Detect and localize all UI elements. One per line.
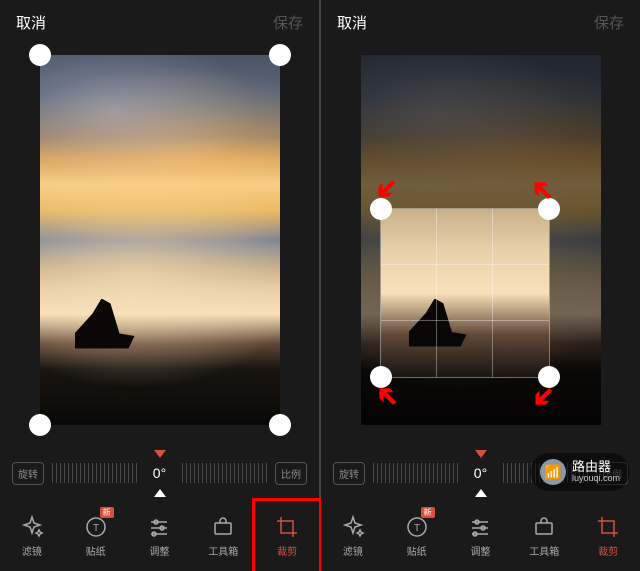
tool-toolbox-label: 工具箱 <box>529 543 559 558</box>
new-badge: 新 <box>100 507 114 518</box>
slider-ticks-left[interactable] <box>52 463 138 483</box>
watermark-logo-icon: 📶 <box>540 459 566 485</box>
tool-sticker[interactable]: 新 T 贴纸 <box>385 501 449 571</box>
tool-toolbox[interactable]: 工具箱 <box>191 501 255 571</box>
save-button[interactable]: 保存 <box>273 12 303 33</box>
cancel-button[interactable]: 取消 <box>16 12 46 33</box>
svg-text:T: T <box>414 523 420 534</box>
svg-text:T: T <box>93 523 99 534</box>
save-button[interactable]: 保存 <box>594 12 624 33</box>
rotation-degree: 0° <box>467 465 495 481</box>
rotation-slider-row: 旋转 0° 比例 <box>0 445 319 501</box>
slider-marker-bottom-icon <box>475 489 487 497</box>
crop-handle-top-left[interactable] <box>29 44 51 66</box>
topbar: 取消 保存 <box>321 0 640 44</box>
slider-ticks-right[interactable] <box>182 463 268 483</box>
tool-crop[interactable]: 裁剪 <box>255 501 319 571</box>
tool-filter[interactable]: 滤镜 <box>321 501 385 571</box>
watermark-url: luyouqi.com <box>572 474 620 484</box>
tool-toolbox-label: 工具箱 <box>208 543 238 558</box>
adjust-icon <box>468 515 492 539</box>
crop-icon <box>275 515 299 539</box>
bottom-toolbar: 滤镜 新 T 贴纸 调整 工具箱 裁剪 <box>0 501 319 571</box>
tool-adjust[interactable]: 调整 <box>449 501 513 571</box>
tool-filter-label: 滤镜 <box>22 543 42 558</box>
slider-marker-top-icon <box>154 450 166 458</box>
editor-screen-left: 取消 保存 旋转 0° 比例 <box>0 0 319 571</box>
tool-crop[interactable]: 裁剪 <box>576 501 640 571</box>
toolbox-icon <box>211 515 235 539</box>
watermark: 📶 路由器 luyouqi.com <box>530 453 630 491</box>
adjust-icon <box>147 515 171 539</box>
sticker-icon: T <box>84 515 108 539</box>
bottom-toolbar: 滤镜 新 T 贴纸 调整 工具箱 裁剪 <box>321 501 640 571</box>
toolbox-icon <box>532 515 556 539</box>
slider-marker-top-icon <box>475 450 487 458</box>
tool-sticker-label: 贴纸 <box>407 543 427 558</box>
slider-marker-bottom-icon <box>154 489 166 497</box>
filter-icon <box>20 515 44 539</box>
topbar: 取消 保存 <box>0 0 319 44</box>
cancel-button[interactable]: 取消 <box>337 12 367 33</box>
photo-container[interactable]: ➔ ➔ ➔ ➔ <box>361 55 601 425</box>
tool-sticker[interactable]: 新 T 贴纸 <box>64 501 128 571</box>
tool-crop-label: 裁剪 <box>277 543 297 558</box>
tool-toolbox[interactable]: 工具箱 <box>512 501 576 571</box>
tool-adjust-label: 调整 <box>149 543 169 558</box>
tool-filter-label: 滤镜 <box>343 543 363 558</box>
photo <box>40 55 280 425</box>
crop-icon <box>596 515 620 539</box>
rotate-button[interactable]: 旋转 <box>12 462 44 485</box>
canvas-area: ➔ ➔ ➔ ➔ <box>321 44 640 445</box>
slider-ticks-left[interactable] <box>373 463 459 483</box>
crop-handle-bottom-right[interactable] <box>269 414 291 436</box>
editor-screen-right: 取消 保存 ➔ <box>321 0 640 571</box>
tool-adjust[interactable]: 调整 <box>128 501 192 571</box>
crop-region[interactable]: ➔ ➔ ➔ ➔ <box>381 209 549 377</box>
new-badge: 新 <box>421 507 435 518</box>
watermark-title: 路由器 <box>572 460 620 474</box>
tool-crop-label: 裁剪 <box>598 543 618 558</box>
rotate-button[interactable]: 旋转 <box>333 462 365 485</box>
tool-sticker-label: 贴纸 <box>86 543 106 558</box>
tool-adjust-label: 调整 <box>470 543 490 558</box>
crop-handle-top-right[interactable] <box>269 44 291 66</box>
photo-container[interactable] <box>40 55 280 425</box>
sticker-icon: T <box>405 515 429 539</box>
crop-handle-bottom-left[interactable] <box>29 414 51 436</box>
canvas-area <box>0 44 319 445</box>
filter-icon <box>341 515 365 539</box>
rotation-degree: 0° <box>146 465 174 481</box>
tool-filter[interactable]: 滤镜 <box>0 501 64 571</box>
ratio-button[interactable]: 比例 <box>275 462 307 485</box>
